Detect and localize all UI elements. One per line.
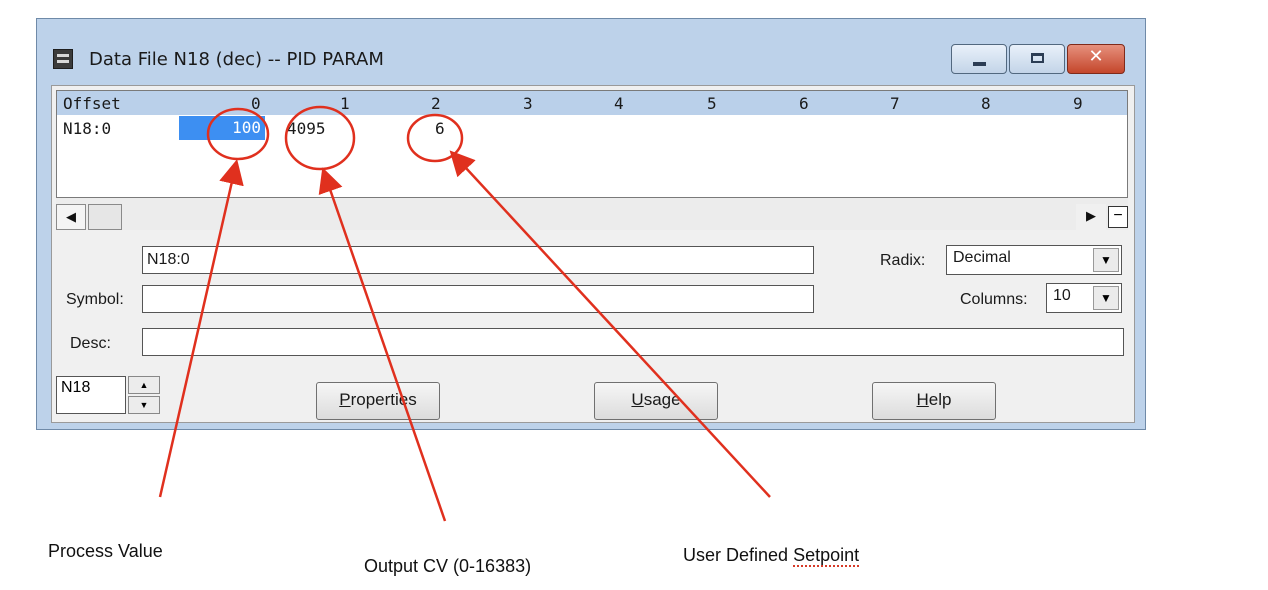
setpoint-arrow [449, 150, 771, 498]
output-cv-circle [284, 105, 356, 171]
annotation-overlay [158, 105, 771, 522]
process-value-arrow [158, 159, 244, 498]
setpoint-label: User Defined Setpoint [683, 545, 860, 567]
process-value-label: Process Value [48, 541, 163, 561]
output-cv-arrow [318, 167, 447, 522]
setpoint-label-word: Setpoint [793, 545, 860, 567]
process-value-circle [206, 107, 270, 161]
output-cv-label: Output CV (0-16383) [364, 556, 532, 576]
setpoint-label-pre: User Defined [683, 545, 794, 565]
